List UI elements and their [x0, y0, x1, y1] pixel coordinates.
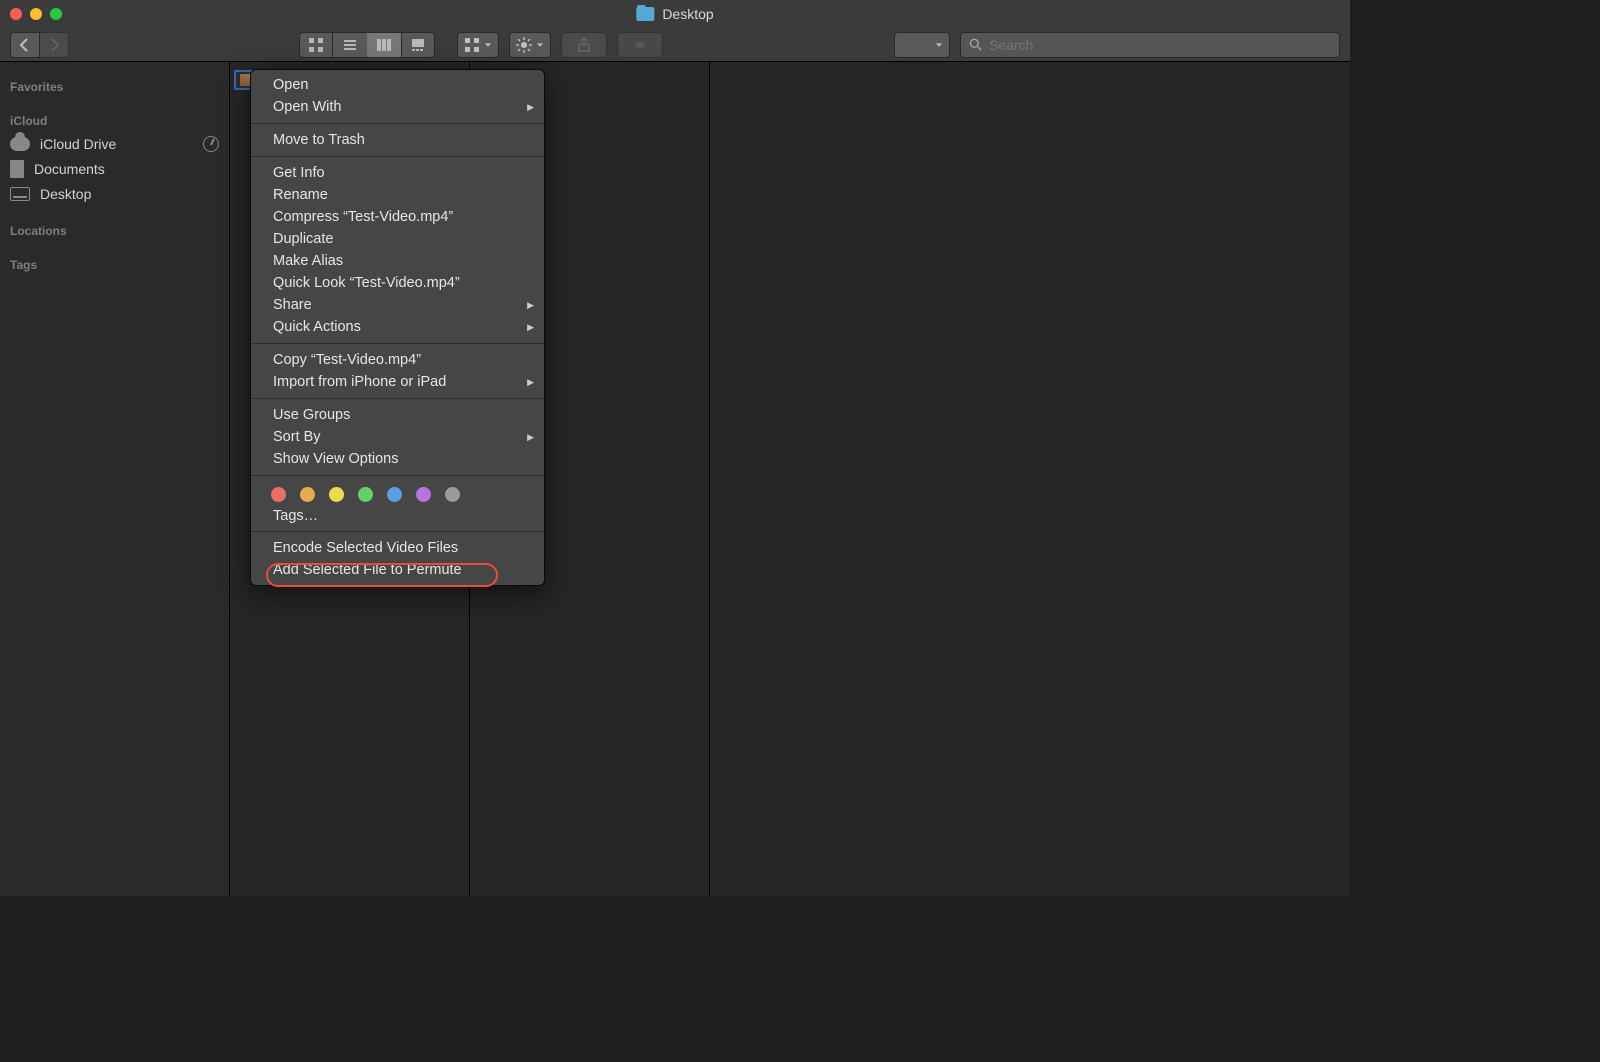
finder-window: Desktop [0, 0, 1350, 896]
close-window-button[interactable] [10, 8, 22, 20]
ctx-encode-video[interactable]: Encode Selected Video Files [251, 537, 544, 559]
sidebar-item-documents[interactable]: Documents [0, 156, 229, 182]
ctx-open-with[interactable]: Open With [251, 96, 544, 118]
context-menu: Open Open With Move to Trash Get Info Re… [250, 69, 545, 586]
nav-buttons-group [10, 32, 69, 58]
ctx-separator [251, 398, 544, 399]
sidebar-section-favorites: Favorites [0, 74, 229, 98]
titlebar: Desktop [0, 0, 1350, 28]
forward-button[interactable] [39, 32, 69, 58]
sidebar: Favorites iCloud iCloud Drive Documents … [0, 62, 230, 896]
ctx-import-iphone[interactable]: Import from iPhone or iPad [251, 371, 544, 393]
minimize-window-button[interactable] [30, 8, 42, 20]
ctx-tags-more[interactable]: Tags… [251, 504, 544, 526]
zoom-window-button[interactable] [50, 8, 62, 20]
view-mode-segmented [299, 32, 435, 58]
search-input[interactable] [989, 37, 1331, 53]
group-by-dropdown[interactable] [457, 32, 499, 58]
window-title: Desktop [662, 6, 713, 22]
ctx-move-to-trash[interactable]: Move to Trash [251, 129, 544, 151]
toolbar-extra-dropdown[interactable] [894, 32, 950, 58]
sidebar-item-icloud-drive[interactable]: iCloud Drive [0, 132, 229, 156]
sidebar-section-locations: Locations [0, 218, 229, 242]
ctx-make-alias[interactable]: Make Alias [251, 250, 544, 272]
ctx-quick-look[interactable]: Quick Look “Test-Video.mp4” [251, 272, 544, 294]
ctx-separator [251, 156, 544, 157]
search-field[interactable] [960, 32, 1340, 58]
ctx-use-groups[interactable]: Use Groups [251, 404, 544, 426]
ctx-separator [251, 531, 544, 532]
tag-button[interactable] [617, 32, 663, 58]
sidebar-section-icloud: iCloud [0, 108, 229, 132]
sidebar-item-label: Documents [34, 161, 105, 177]
tag-red[interactable] [271, 487, 286, 502]
sync-progress-icon [203, 136, 219, 152]
folder-icon [636, 7, 654, 21]
tag-blue[interactable] [387, 487, 402, 502]
view-icons-button[interactable] [299, 32, 333, 58]
ctx-compress[interactable]: Compress “Test-Video.mp4” [251, 206, 544, 228]
search-icon [969, 38, 983, 52]
tag-gray[interactable] [445, 487, 460, 502]
ctx-show-view-options[interactable]: Show View Options [251, 448, 544, 470]
traffic-lights [10, 8, 62, 20]
toolbar [0, 28, 1350, 62]
ctx-quick-actions[interactable]: Quick Actions [251, 316, 544, 338]
tag-orange[interactable] [300, 487, 315, 502]
tag-green[interactable] [358, 487, 373, 502]
ctx-add-to-permute[interactable]: Add Selected File to Permute [251, 559, 544, 581]
ctx-share[interactable]: Share [251, 294, 544, 316]
window-body: Favorites iCloud iCloud Drive Documents … [0, 62, 1350, 896]
back-button[interactable] [10, 32, 40, 58]
tag-yellow[interactable] [329, 487, 344, 502]
view-columns-button[interactable] [367, 32, 401, 58]
action-dropdown[interactable] [509, 32, 551, 58]
tag-color-row [271, 487, 524, 502]
sidebar-section-tags: Tags [0, 252, 229, 276]
ctx-open[interactable]: Open [251, 74, 544, 96]
document-icon [10, 160, 24, 178]
ctx-duplicate[interactable]: Duplicate [251, 228, 544, 250]
ctx-sort-by[interactable]: Sort By [251, 426, 544, 448]
ctx-rename[interactable]: Rename [251, 184, 544, 206]
desktop-icon [10, 187, 30, 201]
view-list-button[interactable] [333, 32, 367, 58]
ctx-tags-section [251, 481, 544, 504]
sidebar-item-desktop[interactable]: Desktop [0, 182, 229, 206]
window-title-container: Desktop [636, 6, 713, 22]
share-button[interactable] [561, 32, 607, 58]
ctx-get-info[interactable]: Get Info [251, 162, 544, 184]
view-gallery-button[interactable] [401, 32, 435, 58]
ctx-copy[interactable]: Copy “Test-Video.mp4” [251, 349, 544, 371]
ctx-separator [251, 475, 544, 476]
sidebar-item-label: iCloud Drive [40, 136, 116, 152]
ctx-separator [251, 123, 544, 124]
tag-purple[interactable] [416, 487, 431, 502]
cloud-icon [10, 137, 30, 151]
sidebar-item-label: Desktop [40, 186, 91, 202]
ctx-separator [251, 343, 544, 344]
